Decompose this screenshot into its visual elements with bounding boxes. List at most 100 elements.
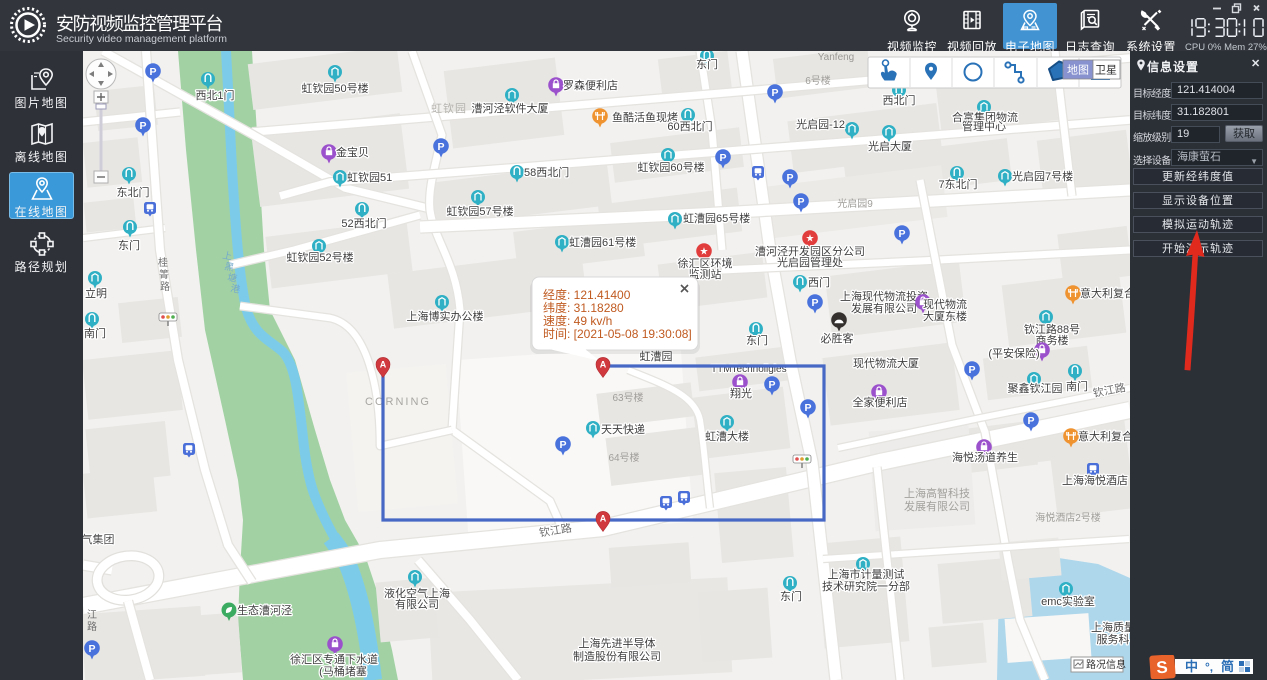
svg-text:P: P xyxy=(719,152,726,164)
svg-text:金宝贝: 金宝贝 xyxy=(336,145,369,159)
svg-text:虹钦园: 虹钦园 xyxy=(431,102,467,115)
svg-text:海悦汤道养生: 海悦汤道养生 xyxy=(952,450,1018,464)
svg-text:6号楼: 6号楼 xyxy=(805,74,831,87)
svg-text:简: 简 xyxy=(1221,659,1234,674)
svg-text:东北门: 东北门 xyxy=(117,185,150,199)
svg-text:上海海悦酒店: 上海海悦酒店 xyxy=(1062,473,1128,487)
svg-text:管理中心: 管理中心 xyxy=(962,119,1006,133)
svg-text:气集团: 气集团 xyxy=(83,532,115,546)
svg-text:52西北门: 52西北门 xyxy=(341,216,386,230)
svg-text:63号楼: 63号楼 xyxy=(612,391,643,404)
svg-text:东门: 东门 xyxy=(696,57,718,71)
svg-text:经度: 121.41400: 经度: 121.41400 xyxy=(543,287,631,302)
svg-text:中: 中 xyxy=(1185,659,1198,674)
svg-text:58西北门: 58西北门 xyxy=(524,165,569,179)
svg-text:(平安保险): (平安保险) xyxy=(988,346,1039,360)
svg-text:上海先进半导体: 上海先进半导体 xyxy=(579,636,656,650)
svg-text:P: P xyxy=(1027,415,1034,427)
svg-text:制造股份有限公司: 制造股份有限公司 xyxy=(573,649,661,663)
svg-text:Yanfeng: Yanfeng xyxy=(818,52,855,63)
svg-text:虹钦园50号楼: 虹钦园50号楼 xyxy=(301,81,368,95)
svg-text:上海博实办公楼: 上海博实办公楼 xyxy=(407,309,484,323)
svg-text:P: P xyxy=(437,141,444,153)
svg-text:西门: 西门 xyxy=(808,275,830,289)
svg-text:虹钦园57号楼: 虹钦园57号楼 xyxy=(446,204,513,218)
svg-text:南门: 南门 xyxy=(84,326,106,340)
svg-text:虹钦园60号楼: 虹钦园60号楼 xyxy=(637,160,704,174)
svg-text:虹钦园51: 虹钦园51 xyxy=(347,171,392,184)
svg-text:虹漕大楼: 虹漕大楼 xyxy=(705,429,749,443)
svg-text:漕河泾开发园区分公司: 漕河泾开发园区分公司 xyxy=(755,244,865,258)
svg-text:上海质量: 上海质量 xyxy=(1091,620,1130,634)
svg-text:光启园管理处: 光启园管理处 xyxy=(777,255,843,269)
svg-text:发展有限公司: 发展有限公司 xyxy=(904,499,970,513)
svg-text:现代物流: 现代物流 xyxy=(923,297,967,311)
svg-text:路: 路 xyxy=(160,280,170,293)
svg-text:P: P xyxy=(786,172,793,184)
svg-text:虹漕园65号楼: 虹漕园65号楼 xyxy=(683,211,750,225)
svg-text:液化空气上海: 液化空气上海 xyxy=(384,586,450,600)
svg-text:虹钦园52号楼: 虹钦园52号楼 xyxy=(286,250,353,264)
svg-text:P: P xyxy=(968,364,975,376)
svg-text:P: P xyxy=(898,228,905,240)
svg-text:光启大厦: 光启大厦 xyxy=(868,139,912,153)
svg-text:★: ★ xyxy=(700,247,709,258)
svg-text:A: A xyxy=(600,360,607,370)
svg-text:服务科: 服务科 xyxy=(1097,632,1130,646)
svg-text:意大利复合餐: 意大利复合餐 xyxy=(1078,429,1130,443)
svg-text:7东北门: 7东北门 xyxy=(938,177,977,191)
svg-text:路: 路 xyxy=(87,620,97,633)
svg-text:P: P xyxy=(797,196,804,208)
svg-text:P: P xyxy=(811,297,818,309)
svg-text:翔光: 翔光 xyxy=(730,386,752,400)
svg-text:东门: 东门 xyxy=(746,333,768,347)
svg-text:地图: 地图 xyxy=(1067,64,1089,77)
svg-text:A: A xyxy=(380,360,387,370)
svg-text:西北门: 西北门 xyxy=(883,93,916,107)
svg-text:★: ★ xyxy=(806,234,815,245)
svg-text:大厦东楼: 大厦东楼 xyxy=(923,309,967,323)
svg-text:生态漕河泾: 生态漕河泾 xyxy=(237,603,292,617)
svg-text:意大利复合餐: 意大利复合餐 xyxy=(1080,286,1130,300)
svg-text:P: P xyxy=(804,402,811,414)
svg-text:P: P xyxy=(88,643,95,655)
svg-text:南门: 南门 xyxy=(1066,379,1088,393)
svg-text:60西北门: 60西北门 xyxy=(667,119,712,133)
svg-text:箐: 箐 xyxy=(159,268,169,281)
svg-text:全家便利店: 全家便利店 xyxy=(853,395,908,409)
svg-text:光启园7号楼: 光启园7号楼 xyxy=(1012,169,1073,183)
svg-text:光启园9: 光启园9 xyxy=(837,197,873,210)
svg-text:现代物流大厦: 现代物流大厦 xyxy=(853,356,919,370)
svg-text:P: P xyxy=(559,439,566,451)
svg-text:天天快递: 天天快递 xyxy=(601,422,645,436)
svg-text:卫星: 卫星 xyxy=(1095,64,1117,77)
svg-text:时间: [2021-05-08 19:30:08]: 时间: [2021-05-08 19:30:08] xyxy=(543,327,692,341)
svg-text:徐汇区专通下水道: 徐汇区专通下水道 xyxy=(290,652,378,666)
svg-text:上海市计量测试: 上海市计量测试 xyxy=(828,567,905,581)
svg-text:立明: 立明 xyxy=(85,286,107,300)
svg-text:徐汇区环境: 徐汇区环境 xyxy=(678,256,733,270)
svg-text:S: S xyxy=(1156,658,1169,678)
svg-text:P: P xyxy=(139,120,146,132)
svg-text:东门: 东门 xyxy=(118,238,140,252)
svg-text:聚鑫钦江园: 聚鑫钦江园 xyxy=(1008,381,1063,395)
svg-text:A: A xyxy=(600,514,607,524)
svg-text:速度: 49 kv/h: 速度: 49 kv/h xyxy=(543,313,612,328)
svg-text:纬度: 31.18280: 纬度: 31.18280 xyxy=(543,300,624,315)
svg-text:上海高智科技: 上海高智科技 xyxy=(904,486,970,500)
svg-text:有限公司: 有限公司 xyxy=(395,597,439,611)
svg-text:P: P xyxy=(768,379,775,391)
svg-text:P: P xyxy=(149,66,156,78)
svg-text:东门: 东门 xyxy=(780,589,802,603)
svg-text:路况信息: 路况信息 xyxy=(1086,658,1126,671)
svg-text:°,: °, xyxy=(1205,660,1213,674)
svg-text:发展有限公司: 发展有限公司 xyxy=(851,301,917,315)
svg-text:P: P xyxy=(771,87,778,99)
svg-text:(马桶堵塞: (马桶堵塞 xyxy=(319,664,367,678)
svg-text:漕河泾软件大厦: 漕河泾软件大厦 xyxy=(472,101,549,115)
svg-text:光启园-12: 光启园-12 xyxy=(796,117,845,131)
svg-text:西北1门: 西北1门 xyxy=(195,88,234,102)
svg-text:桂: 桂 xyxy=(158,256,168,269)
svg-text:虹漕园61号楼: 虹漕园61号楼 xyxy=(569,235,636,249)
svg-text:emc实验室: emc实验室 xyxy=(1041,594,1095,608)
